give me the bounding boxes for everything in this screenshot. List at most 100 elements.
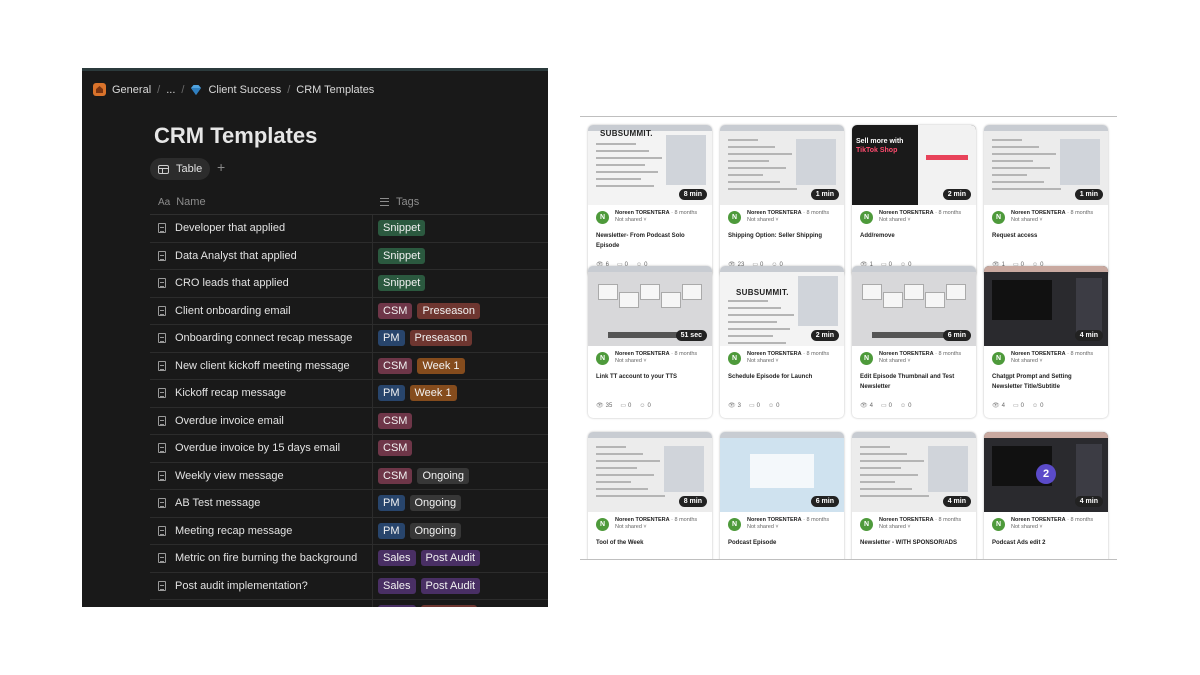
- video-title[interactable]: Tool of the Week: [596, 538, 706, 548]
- row-name-cell[interactable]: Metric on fire burning the background: [150, 552, 372, 564]
- share-status[interactable]: Not shared ˅: [615, 524, 697, 531]
- row-name-cell[interactable]: Weekly view message: [150, 470, 372, 482]
- video-card[interactable]: 4 min N Noreen TORENTERA · 8 months Not sha…: [984, 266, 1108, 418]
- video-title[interactable]: Shipping Option: Seller Shipping: [728, 231, 838, 241]
- share-status[interactable]: Not shared ˅: [1011, 524, 1093, 531]
- video-title[interactable]: Edit Episode Thumbnail and Test Newslett…: [860, 372, 970, 392]
- share-status[interactable]: Not shared ˅: [879, 524, 961, 531]
- share-status[interactable]: Not shared ˅: [879, 358, 961, 365]
- video-title[interactable]: Chatgpt Prompt and Setting Newsletter Ti…: [992, 372, 1102, 392]
- row-name-cell[interactable]: AB Test message: [150, 497, 372, 509]
- share-status[interactable]: Not shared ˅: [747, 358, 829, 365]
- row-tags-cell[interactable]: PM Week 1: [372, 385, 457, 402]
- video-card[interactable]: Sell more with TikTok Shop 2 min N Noreen TO…: [852, 125, 976, 277]
- video-title[interactable]: Podcast Episode: [728, 538, 838, 548]
- row-name-cell[interactable]: Post audit implementation?: [150, 580, 372, 592]
- row-name-cell[interactable]: Overdue invoice by 15 days email: [150, 442, 372, 454]
- video-card[interactable]: 6 min N Noreen TORENTERA · 8 months Not sha…: [852, 266, 976, 418]
- row-name-cell[interactable]: Meeting recap message: [150, 525, 372, 537]
- row-name-cell[interactable]: Client onboarding email: [150, 305, 372, 317]
- table-row[interactable]: Metric on fire burning the background Sal…: [150, 545, 548, 573]
- video-card[interactable]: 2 4 min N Noreen TORENTERA · 8 months Not sh…: [984, 432, 1108, 559]
- video-thumbnail[interactable]: 2 4 min: [984, 432, 1108, 512]
- table-row[interactable]: Kickoff recap message PM Week 1: [150, 380, 548, 408]
- table-row[interactable]: Weekly view message CSM Ongoing: [150, 462, 548, 490]
- share-status[interactable]: Not shared ˅: [747, 524, 829, 531]
- video-title[interactable]: Schedule Episode for Launch: [728, 372, 838, 382]
- breadcrumb-general[interactable]: General: [93, 83, 151, 96]
- table-row[interactable]: New client kickoff meeting message CSM Wee…: [150, 352, 548, 380]
- video-thumbnail[interactable]: 4 min: [852, 432, 976, 512]
- video-card[interactable]: 6 min N Noreen TORENTERA · 8 months Not sha…: [720, 432, 844, 559]
- row-tags-cell[interactable]: CSM: [372, 440, 413, 457]
- row-tags-cell[interactable]: CSM: [372, 412, 413, 429]
- share-status[interactable]: Not shared ˅: [615, 217, 697, 224]
- row-name-cell[interactable]: Developer that applied: [150, 222, 372, 234]
- video-thumbnail[interactable]: Sell more with TikTok Shop 2 min: [852, 125, 976, 205]
- breadcrumb-ellipsis[interactable]: ...: [166, 84, 175, 96]
- row-tags-cell[interactable]: PM Ongoing: [372, 522, 462, 539]
- video-card[interactable]: 4 min N Noreen TORENTERA · 8 months Not sha…: [852, 432, 976, 559]
- table-row[interactable]: Data Analyst that applied Snippet: [150, 242, 548, 270]
- video-card[interactable]: SUBSUMMIT. 8 min N Noreen TORENTERA · 8 mon…: [588, 125, 712, 277]
- table-row[interactable]: AB Test message PM Ongoing: [150, 490, 548, 518]
- video-title[interactable]: Request access: [992, 231, 1102, 241]
- breadcrumb-crm-templates[interactable]: CRM Templates: [296, 84, 374, 96]
- video-thumbnail[interactable]: SUBSUMMIT. 8 min: [588, 125, 712, 205]
- table-row[interactable]: Overdue invoice email CSM: [150, 407, 548, 435]
- add-view-button[interactable]: +: [217, 159, 225, 175]
- breadcrumb-client-success[interactable]: Client Success: [190, 84, 281, 96]
- video-thumbnail[interactable]: 1 min: [720, 125, 844, 205]
- video-title[interactable]: Add/remove: [860, 231, 970, 241]
- share-status[interactable]: Not shared ˅: [1011, 217, 1093, 224]
- video-card[interactable]: 8 min N Noreen TORENTERA · 8 months Not sha…: [588, 432, 712, 559]
- table-row[interactable]: Overdue invoice by 15 days email CSM: [150, 435, 548, 463]
- row-name-cell[interactable]: New client kickoff meeting message: [150, 360, 372, 372]
- row-tags-cell[interactable]: Snippet: [372, 220, 426, 237]
- row-name-cell[interactable]: CRO leads that applied: [150, 277, 372, 289]
- video-thumbnail[interactable]: 1 min: [984, 125, 1108, 205]
- video-card[interactable]: 51 sec N Noreen TORENTERA · 8 months Not sh…: [588, 266, 712, 418]
- column-header-name[interactable]: Aa Name: [158, 193, 206, 211]
- video-thumbnail[interactable]: 8 min: [588, 432, 712, 512]
- video-title[interactable]: Podcast Ads edit 2: [992, 538, 1102, 548]
- row-name-cell[interactable]: Overdue invoice email: [150, 415, 372, 427]
- row-tags-cell[interactable]: Sales Post Audit: [372, 550, 481, 567]
- table-row[interactable]: Onboarding connect recap message PM Presea…: [150, 325, 548, 353]
- table-row[interactable]: Meeting recap message PM Ongoing: [150, 517, 548, 545]
- row-tags-cell[interactable]: CSM Preseason: [372, 302, 481, 319]
- column-header-tags[interactable]: Tags: [380, 193, 419, 211]
- table-row[interactable]: Developer that applied Snippet: [150, 215, 548, 243]
- tab-table-view[interactable]: Table: [150, 158, 211, 180]
- video-card[interactable]: SUBSUMMIT. 2 min N Noreen TORENTERA · 8 mon…: [720, 266, 844, 418]
- table-row[interactable]: [150, 600, 548, 607]
- table-row[interactable]: CRO leads that applied Snippet: [150, 270, 548, 298]
- video-card[interactable]: 1 min N Noreen TORENTERA · 8 months Not sha…: [720, 125, 844, 277]
- row-tags-cell[interactable]: Sales Post Audit: [372, 577, 481, 594]
- row-name-cell[interactable]: Data Analyst that applied: [150, 250, 372, 262]
- row-tags-cell[interactable]: PM Ongoing: [372, 495, 462, 512]
- video-thumbnail[interactable]: 4 min: [984, 266, 1108, 346]
- share-status[interactable]: Not shared ˅: [1011, 358, 1093, 365]
- share-status[interactable]: Not shared ˅: [879, 217, 961, 224]
- video-title[interactable]: Link TT account to your TTS: [596, 372, 706, 382]
- row-tags-cell[interactable]: CSM Week 1: [372, 357, 465, 374]
- video-thumbnail[interactable]: SUBSUMMIT. 2 min: [720, 266, 844, 346]
- row-name-cell[interactable]: Kickoff recap message: [150, 387, 372, 399]
- table-row[interactable]: Client onboarding email CSM Preseason: [150, 297, 548, 325]
- video-thumbnail[interactable]: 51 sec: [588, 266, 712, 346]
- video-card[interactable]: 1 min N Noreen TORENTERA · 8 months Not sha…: [984, 125, 1108, 277]
- row-tags-cell[interactable]: Snippet: [372, 275, 426, 292]
- row-tags-cell[interactable]: CSM Ongoing: [372, 467, 470, 484]
- row-tags-cell[interactable]: Snippet: [372, 247, 426, 264]
- video-thumbnail[interactable]: 6 min: [720, 432, 844, 512]
- row-name-cell[interactable]: Onboarding connect recap message: [150, 332, 372, 344]
- video-title[interactable]: Newsletter- From Podcast Solo Episode: [596, 231, 706, 251]
- share-status[interactable]: Not shared ˅: [615, 358, 697, 365]
- video-title[interactable]: Newsletter - WITH SPONSOR/ADS: [860, 538, 970, 548]
- table-row[interactable]: Post audit implementation? Sales Post Audi…: [150, 572, 548, 600]
- share-status[interactable]: Not shared ˅: [747, 217, 829, 224]
- row-tags-cell[interactable]: PM Preseason: [372, 330, 473, 347]
- video-thumbnail[interactable]: 6 min: [852, 266, 976, 346]
- row-tags-cell[interactable]: [372, 605, 477, 607]
